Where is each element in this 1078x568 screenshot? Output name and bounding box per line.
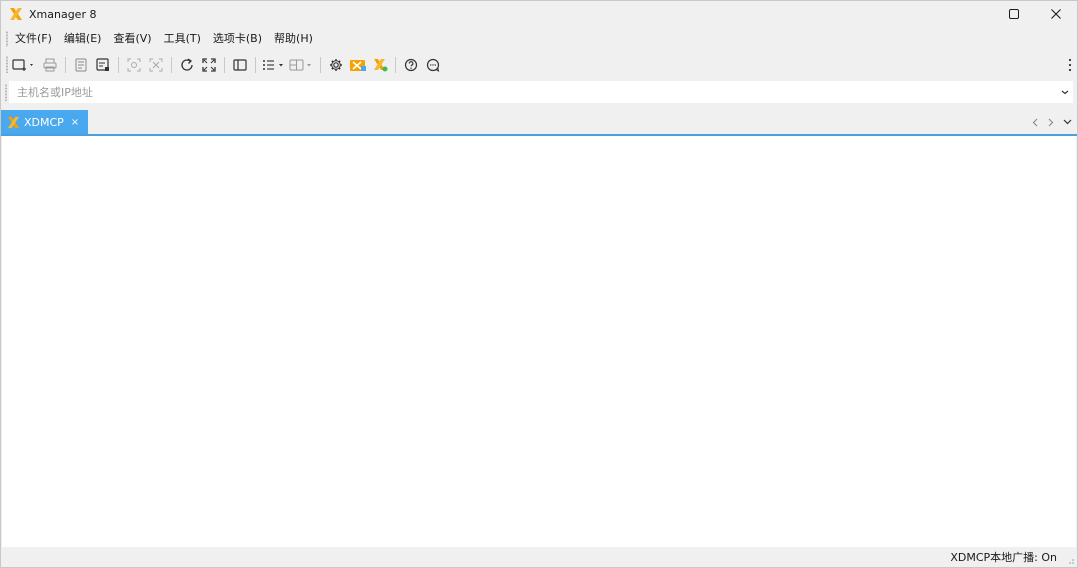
toolbar-overflow-button[interactable] [1067, 56, 1073, 73]
window-controls [993, 1, 1077, 27]
fullscreen-icon [202, 57, 216, 72]
zoom-fit-icon [149, 58, 163, 71]
toolbar-separator [65, 56, 66, 73]
chevron-down-icon [1063, 119, 1071, 125]
address-grip[interactable] [5, 84, 7, 101]
status-xdmcp-broadcast: XDMCP本地广播: On [950, 551, 1057, 564]
xstart-button[interactable] [370, 54, 390, 76]
zoom-in-icon [127, 58, 141, 71]
properties-icon [75, 58, 87, 71]
menu-tabs[interactable]: 选项卡(B) [207, 29, 268, 49]
tab-xdmcp[interactable]: XDMCP × [1, 110, 88, 134]
menu-view[interactable]: 查看(V) [107, 29, 157, 49]
panel-button[interactable] [230, 54, 250, 76]
fullscreen-button[interactable] [199, 54, 219, 76]
help-icon [404, 58, 418, 71]
tab-bar: XDMCP × [1, 110, 1077, 136]
properties-button[interactable] [71, 54, 91, 76]
xstart-icon [374, 58, 388, 71]
layout-button[interactable] [289, 54, 315, 76]
xmanager-tab-icon [7, 116, 20, 128]
session-content-area[interactable] [2, 136, 1076, 547]
address-dropdown-button[interactable] [1057, 82, 1073, 102]
toolbar-separator [224, 56, 225, 73]
settings-button[interactable] [326, 54, 346, 76]
chevron-right-icon [1048, 118, 1054, 126]
menu-tools[interactable]: 工具(T) [158, 29, 207, 49]
toolbar-separator [118, 56, 119, 73]
new-session-button[interactable] [10, 54, 38, 76]
maximize-icon [1009, 9, 1019, 19]
tab-scroll-left-button[interactable] [1029, 114, 1041, 130]
chat-icon [426, 58, 440, 72]
toolbar-grip[interactable] [6, 56, 8, 73]
toolbar-separator [320, 56, 321, 73]
print-button[interactable] [40, 54, 60, 76]
new-session-icon [12, 58, 33, 71]
toolbar-separator [171, 56, 172, 73]
refresh-icon [181, 57, 193, 71]
tab-label: XDMCP [24, 115, 64, 129]
menu-file[interactable]: 文件(F) [9, 29, 58, 49]
list-view-button[interactable] [261, 54, 287, 76]
zoom-fit-button[interactable] [146, 54, 166, 76]
menu-edit[interactable]: 编辑(E) [58, 29, 108, 49]
chevron-left-icon [1032, 118, 1038, 126]
resize-grip-icon[interactable] [1065, 555, 1075, 565]
session-manager-icon [96, 57, 109, 71]
close-button[interactable] [1035, 1, 1077, 27]
menu-grip[interactable] [6, 31, 8, 47]
more-vertical-icon [1068, 58, 1072, 71]
toolbar [1, 52, 1077, 77]
window-title: Xmanager 8 [29, 7, 97, 21]
toolbar-separator [395, 56, 396, 73]
toolbar-separator [255, 56, 256, 73]
layout-icon [289, 59, 311, 70]
tab-close-icon[interactable]: × [68, 115, 82, 129]
host-address-input[interactable] [9, 81, 1057, 103]
tab-navigation [1029, 114, 1073, 130]
settings-icon [330, 58, 342, 71]
app-window: Xmanager 8 文件(F) 编辑(E) 查看(V) 工具(T) 选项卡(B… [0, 0, 1078, 568]
tab-list-button[interactable] [1061, 114, 1073, 130]
help-button[interactable] [401, 54, 421, 76]
xmanager-logo-icon [10, 8, 22, 20]
zoom-in-button[interactable] [124, 54, 144, 76]
maximize-button[interactable] [993, 1, 1035, 27]
chevron-down-icon [1061, 90, 1069, 95]
address-bar [5, 81, 1073, 103]
xmanager-button[interactable] [348, 54, 368, 76]
print-icon [43, 58, 57, 71]
xmanager-icon [350, 59, 366, 71]
menu-bar: 文件(F) 编辑(E) 查看(V) 工具(T) 选项卡(B) 帮助(H) [1, 27, 1077, 51]
status-bar: XDMCP本地广播: On [1, 547, 1077, 567]
close-icon [1051, 9, 1061, 19]
session-manager-button[interactable] [93, 54, 113, 76]
panel-icon [233, 58, 247, 71]
tab-scroll-right-button[interactable] [1045, 114, 1057, 130]
title-bar: Xmanager 8 [1, 1, 1077, 27]
chat-button[interactable] [423, 54, 443, 76]
menu-help[interactable]: 帮助(H) [268, 29, 319, 49]
list-view-icon [263, 59, 283, 70]
refresh-button[interactable] [177, 54, 197, 76]
